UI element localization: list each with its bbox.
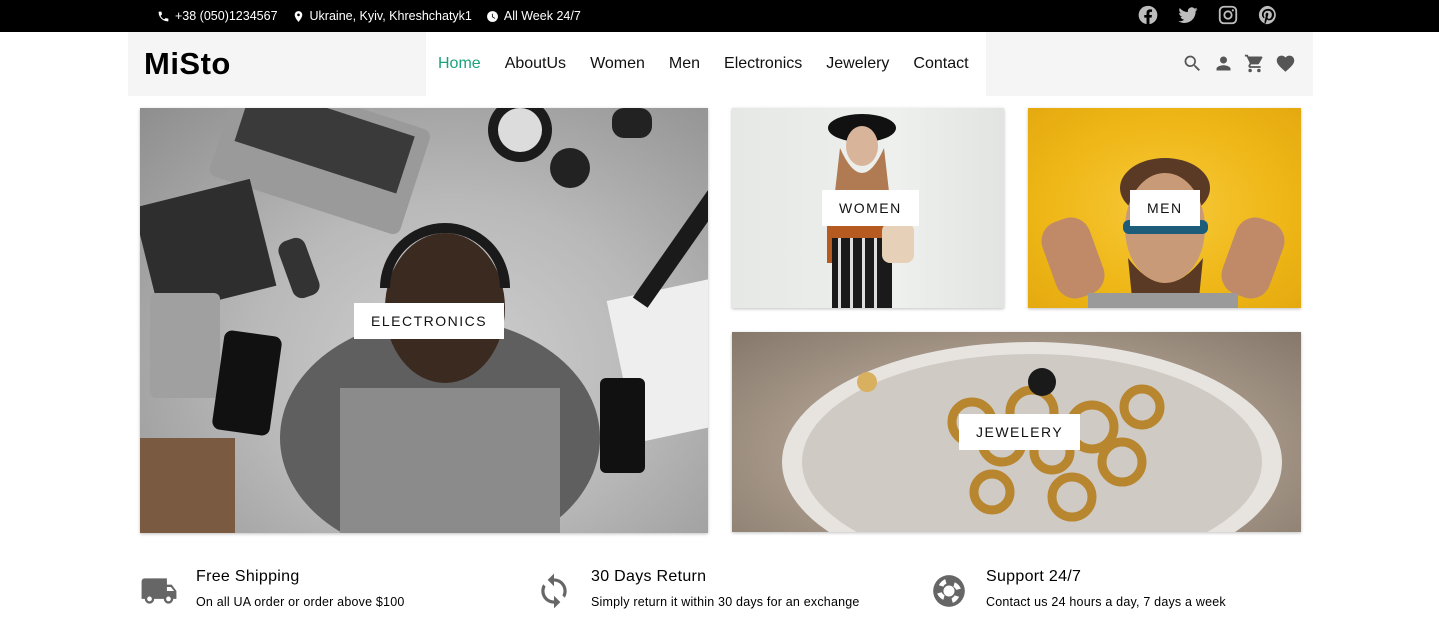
men-tile[interactable]: MEN <box>1028 108 1301 308</box>
search-button[interactable] <box>1182 52 1203 74</box>
pinterest-link[interactable] <box>1257 4 1279 26</box>
nav-aboutus[interactable]: AboutUs <box>505 55 566 73</box>
feature-subtitle: On all UA order or order above $100 <box>196 595 405 609</box>
site-logo[interactable]: MiSto <box>144 46 231 82</box>
twitter-link[interactable] <box>1177 4 1199 26</box>
women-tile[interactable]: WOMEN <box>732 108 1004 308</box>
truck-icon <box>141 578 177 604</box>
feature-support: Support 24/7 Contact us 24 hours a day, … <box>930 566 1226 610</box>
address-text: Ukraine, Kyiv, Khreshchatyk1 <box>309 9 472 23</box>
pinterest-icon <box>1258 5 1276 25</box>
header-actions <box>1182 52 1296 74</box>
nav-contact[interactable]: Contact <box>913 55 968 73</box>
clock-icon <box>486 10 498 22</box>
feature-subtitle: Contact us 24 hours a day, 7 days a week <box>986 595 1226 609</box>
feature-free-shipping: Free Shipping On all UA order or order a… <box>140 566 405 610</box>
site-header: MiSto Home AboutUs Women Men Electronics… <box>128 32 1313 96</box>
phone-item[interactable]: +38 (050)1234567 <box>157 9 278 23</box>
search-icon <box>1184 55 1200 71</box>
phone-icon <box>158 11 169 21</box>
nav-electronics[interactable]: Electronics <box>724 55 802 73</box>
jewelery-tile[interactable]: JEWELERY <box>732 332 1301 532</box>
feature-subtitle: Simply return it within 30 days for an e… <box>591 595 860 609</box>
instagram-icon <box>1218 5 1238 25</box>
contact-info: +38 (050)1234567 Ukraine, Kyiv, Khreshch… <box>157 0 581 32</box>
feature-title: Free Shipping <box>196 568 300 585</box>
account-button[interactable] <box>1213 52 1234 74</box>
main-nav: Home AboutUs Women Men Electronics Jewel… <box>426 32 986 96</box>
cart-icon <box>1244 54 1263 72</box>
feature-title: 30 Days Return <box>591 568 707 585</box>
user-icon <box>1216 56 1231 70</box>
women-label[interactable]: WOMEN <box>822 190 919 226</box>
phone-text: +38 (050)1234567 <box>175 9 278 23</box>
electronics-tile[interactable]: ELECTRONICS <box>140 108 708 533</box>
heart-icon <box>1276 55 1295 72</box>
feature-30-days-return: 30 Days Return Simply return it within 3… <box>535 566 860 610</box>
cart-button[interactable] <box>1244 52 1265 74</box>
jewelery-label[interactable]: JEWELERY <box>959 414 1081 450</box>
social-links <box>1137 4 1279 26</box>
wishlist-button[interactable] <box>1275 52 1296 74</box>
address-item: Ukraine, Kyiv, Khreshchatyk1 <box>292 9 472 23</box>
nav-women[interactable]: Women <box>590 55 645 73</box>
electronics-label[interactable]: ELECTRONICS <box>354 303 505 339</box>
nav-home[interactable]: Home <box>438 55 481 73</box>
lifebuoy-icon <box>933 575 965 607</box>
men-label[interactable]: MEN <box>1130 190 1200 226</box>
facebook-link[interactable] <box>1137 4 1159 26</box>
nav-jewelery[interactable]: Jewelery <box>826 55 889 73</box>
facebook-icon <box>1138 5 1158 25</box>
top-bar: +38 (050)1234567 Ukraine, Kyiv, Khreshch… <box>0 0 1439 32</box>
twitter-icon <box>1178 7 1198 23</box>
nav-men[interactable]: Men <box>669 55 700 73</box>
instagram-link[interactable] <box>1217 4 1239 26</box>
feature-title: Support 24/7 <box>986 568 1082 585</box>
hours-item: All Week 24/7 <box>486 9 581 23</box>
hours-text: All Week 24/7 <box>503 9 581 23</box>
return-arrows-icon <box>541 573 567 609</box>
location-pin-icon <box>294 10 302 22</box>
